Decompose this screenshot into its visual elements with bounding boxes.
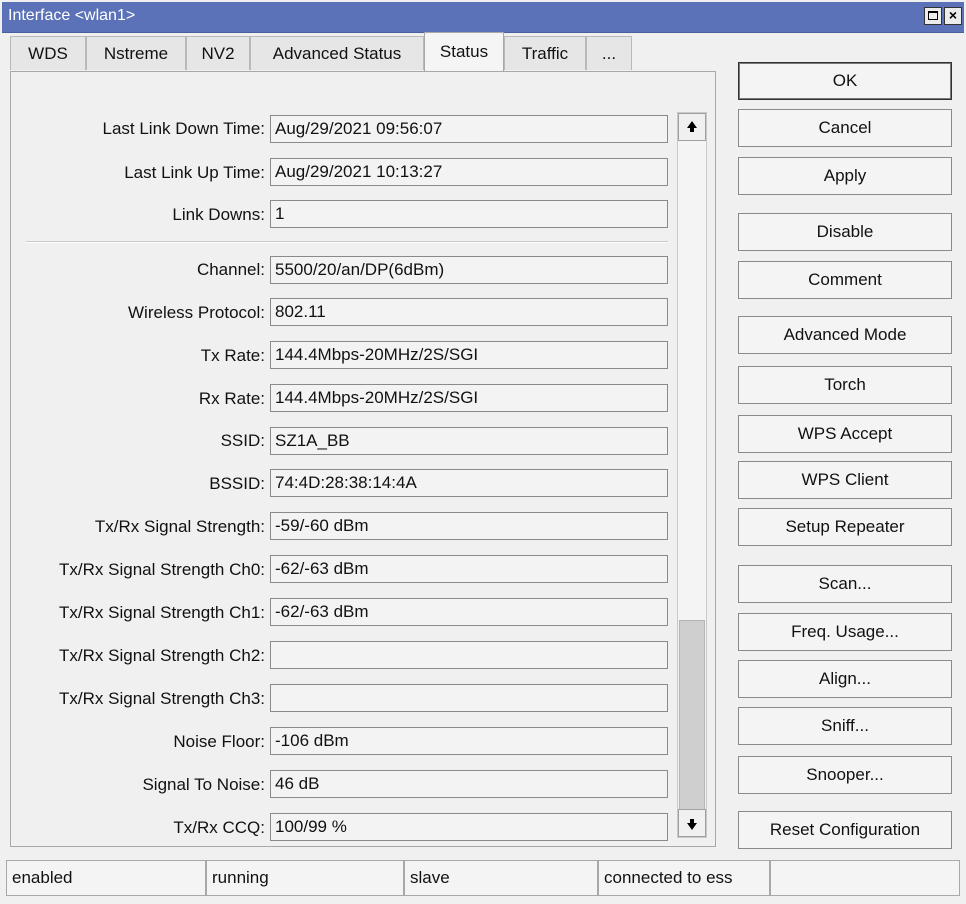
status-slave: slave — [404, 860, 598, 896]
cancel-button[interactable]: Cancel — [738, 109, 952, 147]
section-divider — [26, 241, 668, 243]
status-running: running — [206, 860, 404, 896]
window-title: Interface <wlan1> — [8, 7, 136, 24]
last-link-up-time-field[interactable]: Aug/29/2021 10:13:27 — [270, 158, 668, 186]
tab-nv2[interactable]: NV2 — [186, 36, 250, 70]
signal-strength-ch1-field[interactable]: -62/-63 dBm — [270, 598, 668, 626]
ssid-label: SSID: — [220, 431, 265, 450]
close-icon[interactable]: × — [944, 7, 962, 25]
signal-strength-ch0-field[interactable]: -62/-63 dBm — [270, 555, 668, 583]
tab-nstreme[interactable]: Nstreme — [86, 36, 186, 70]
tab-more[interactable]: ... — [586, 36, 632, 70]
signal-strength-ch0-label: Tx/Rx Signal Strength Ch0: — [59, 560, 265, 579]
wps-client-button[interactable]: WPS Client — [738, 461, 952, 499]
scan-button[interactable]: Scan... — [738, 565, 952, 603]
comment-button[interactable]: Comment — [738, 261, 952, 299]
ssid-field[interactable]: SZ1A_BB — [270, 427, 668, 455]
signal-strength-field[interactable]: -59/-60 dBm — [270, 512, 668, 540]
tx-rate-field[interactable]: 144.4Mbps-20MHz/2S/SGI — [270, 341, 668, 369]
sniff-button[interactable]: Sniff... — [738, 707, 952, 745]
disable-button[interactable]: Disable — [738, 213, 952, 251]
snooper-button[interactable]: Snooper... — [738, 756, 952, 794]
scroll-up-button[interactable] — [678, 113, 706, 141]
tab-wds[interactable]: WDS — [10, 36, 86, 70]
status-bar: enabled running slave connected to ess — [2, 856, 964, 900]
tab-status[interactable]: Status — [424, 32, 504, 72]
setup-repeater-button[interactable]: Setup Repeater — [738, 508, 952, 546]
signal-to-noise-field[interactable]: 46 dB — [270, 770, 668, 798]
bssid-label: BSSID: — [209, 474, 265, 493]
status-connection: connected to ess — [598, 860, 770, 896]
last-link-up-time-label: Last Link Up Time: — [124, 163, 265, 182]
freq-usage-button[interactable]: Freq. Usage... — [738, 613, 952, 651]
last-link-down-time-label: Last Link Down Time: — [102, 119, 265, 138]
wireless-protocol-field[interactable]: 802.11 — [270, 298, 668, 326]
tab-advanced-status[interactable]: Advanced Status — [250, 36, 424, 70]
align-button[interactable]: Align... — [738, 660, 952, 698]
ccq-label: Tx/Rx CCQ: — [173, 818, 265, 837]
signal-strength-ch1-label: Tx/Rx Signal Strength Ch1: — [59, 603, 265, 622]
scroll-down-button[interactable] — [678, 809, 706, 837]
arrow-up-icon — [687, 121, 697, 132]
status-extra — [770, 860, 960, 896]
channel-label: Channel: — [196, 260, 265, 279]
rx-rate-field[interactable]: 144.4Mbps-20MHz/2S/SGI — [270, 384, 668, 412]
title-bar[interactable]: Interface <wlan1> × — [2, 2, 964, 33]
signal-strength-ch3-field[interactable] — [270, 684, 668, 712]
tx-rate-label: Tx Rate: — [200, 346, 265, 365]
signal-strength-ch3-label: Tx/Rx Signal Strength Ch3: — [59, 689, 265, 708]
tab-traffic[interactable]: Traffic — [504, 36, 586, 70]
status-enabled: enabled — [6, 860, 206, 896]
channel-field[interactable]: 5500/20/an/DP(6dBm) — [270, 256, 668, 284]
signal-strength-ch2-field[interactable] — [270, 641, 668, 669]
apply-button[interactable]: Apply — [738, 157, 952, 195]
ok-button[interactable]: OK — [738, 62, 952, 100]
link-downs-field[interactable]: 1 — [270, 200, 668, 228]
last-link-down-time-field[interactable]: Aug/29/2021 09:56:07 — [270, 115, 668, 143]
link-downs-label: Link Downs: — [172, 205, 265, 224]
arrow-down-icon — [687, 819, 697, 830]
wireless-protocol-label: Wireless Protocol: — [128, 303, 265, 322]
signal-strength-ch2-label: Tx/Rx Signal Strength Ch2: — [59, 646, 265, 665]
maximize-icon[interactable] — [924, 7, 942, 25]
scroll-thumb[interactable] — [679, 620, 705, 810]
signal-to-noise-label: Signal To Noise: — [142, 775, 265, 794]
wps-accept-button[interactable]: WPS Accept — [738, 415, 952, 453]
advanced-mode-button[interactable]: Advanced Mode — [738, 316, 952, 354]
bssid-field[interactable]: 74:4D:28:38:14:4A — [270, 469, 668, 497]
signal-strength-label: Tx/Rx Signal Strength: — [94, 517, 265, 536]
noise-floor-field[interactable]: -106 dBm — [270, 727, 668, 755]
torch-button[interactable]: Torch — [738, 366, 952, 404]
noise-floor-label: Noise Floor: — [173, 732, 265, 751]
ccq-field[interactable]: 100/99 % — [270, 813, 668, 841]
rx-rate-label: Rx Rate: — [198, 389, 265, 408]
vertical-scrollbar[interactable] — [677, 112, 707, 838]
interface-window: Interface <wlan1> × WDS Nstreme NV2 Adva… — [0, 0, 966, 904]
reset-configuration-button[interactable]: Reset Configuration — [738, 811, 952, 849]
